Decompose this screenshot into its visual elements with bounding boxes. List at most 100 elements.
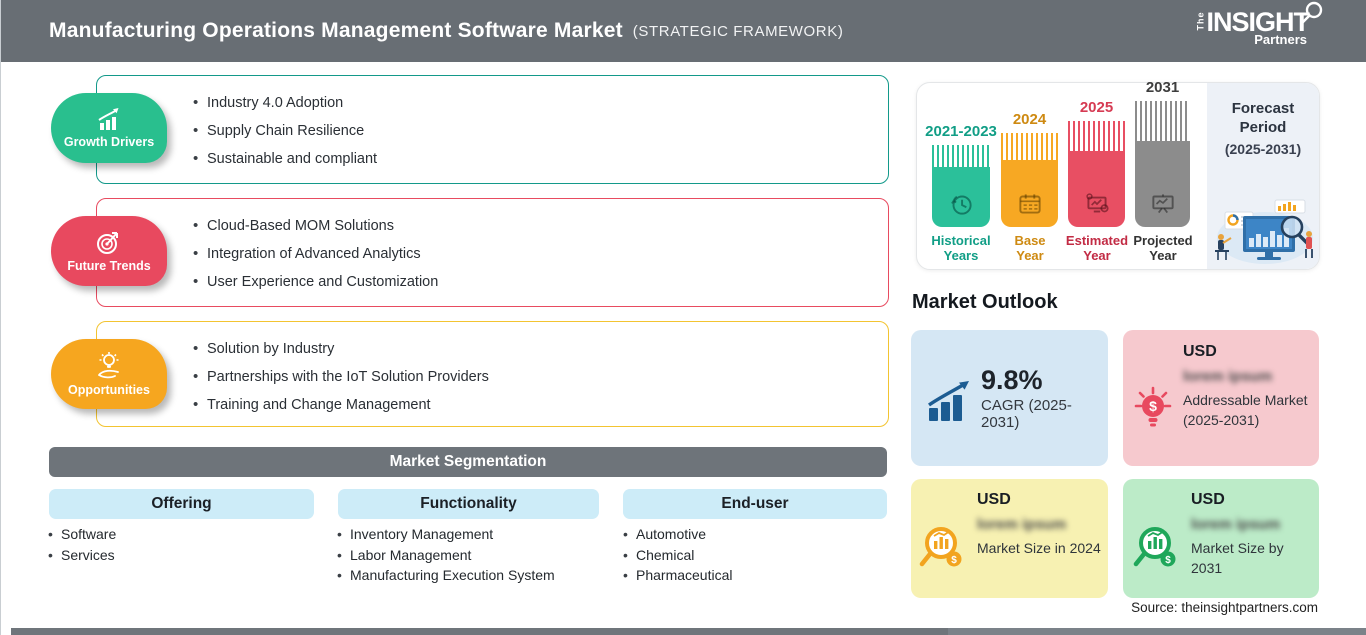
opportunities-box: Solution by Industry Partnerships with t… [96, 321, 889, 427]
offering-list: Software Services [48, 524, 328, 565]
timeline-bar-base: 2024 [1001, 111, 1058, 227]
target-dart-icon [97, 232, 118, 254]
forecast-period-label: Forecast Period [1231, 100, 1295, 136]
timeline-bar-projected: 2031 [1135, 79, 1190, 227]
growth-drivers-box: Industry 4.0 Adoption Supply Chain Resil… [96, 75, 889, 184]
card-caption: Market Size by 2031 [1191, 540, 1284, 576]
card-caption: Market Size in 2024 [977, 540, 1101, 556]
year-label: 2024 [1012, 111, 1047, 128]
card-heading: USD [1191, 491, 1225, 508]
card-heading: USD [1183, 343, 1217, 360]
list-item: Solution by Industry [193, 335, 888, 363]
logo-insight-text: INSIGHT [1206, 7, 1310, 37]
functionality-list: Inventory Management Labor Management Ma… [337, 524, 627, 586]
magnifier-icon [1301, 1, 1323, 24]
list-item: Training and Change Management [193, 391, 888, 419]
end-user-list: Automotive Chemical Pharmaceutical [623, 524, 893, 586]
list-item: Software [48, 524, 328, 545]
bar-stripe [1001, 133, 1058, 160]
list-item: Automotive [623, 524, 893, 545]
timeline-bar-estimated: 2025 [1068, 99, 1125, 227]
growth-drivers-badge: Growth Drivers [51, 93, 167, 163]
bottom-bar-light-segment [948, 628, 1366, 635]
dollar-bulb-icon: $ [1134, 386, 1172, 426]
projection-screen-icon [1151, 194, 1174, 214]
list-item: Services [48, 545, 328, 566]
history-clock-icon [951, 195, 972, 215]
list-item: Chemical [623, 545, 893, 566]
analysis-monitor-icon [1085, 193, 1109, 213]
redacted-value: lorem ipsum [1183, 368, 1273, 385]
bar-body [1135, 141, 1190, 227]
badge-label: Growth Drivers [63, 135, 155, 149]
forecast-period-years: (2025-2031) [1224, 141, 1302, 157]
svg-text:$: $ [1149, 398, 1157, 414]
svg-text:$: $ [951, 555, 957, 566]
svg-text:$: $ [1165, 555, 1171, 566]
insight-partners-logo: The INSIGHT Partners [1191, 1, 1323, 47]
redacted-value: lorem ipsum [977, 516, 1067, 533]
badge-label: Future Trends [67, 259, 151, 273]
logo-the-text: The [1195, 11, 1206, 31]
future-trends-badge: Future Trends [51, 216, 167, 286]
magnifier-chart-icon: $ [1133, 526, 1176, 566]
calendar-icon [1018, 194, 1041, 214]
growth-chart-icon [98, 108, 119, 130]
list-item: Inventory Management [337, 524, 627, 545]
bar-chart-arrow-icon [928, 381, 969, 421]
cagr-caption: CAGR (2025-2031) [981, 397, 1072, 431]
opportunities-badge: Opportunities [51, 339, 167, 409]
list-item: Supply Chain Resilience [193, 117, 888, 145]
magnifier-chart-icon: $ [919, 526, 962, 566]
card-caption: Addressable Market (2025-2031) [1183, 392, 1308, 428]
market-size-2024-card: $ USD lorem ipsum Market Size in 2024 [911, 479, 1108, 598]
page-subtitle: (STRATEGIC FRAMEWORK) [632, 22, 844, 40]
header-bar: Manufacturing Operations Management Soft… [1, 0, 1366, 62]
hand-bulb-icon [98, 352, 119, 379]
bar-body [932, 167, 990, 227]
segment-pill-end-user: End-user [623, 489, 887, 519]
future-trends-list: Cloud-Based MOM Solutions Integration of… [97, 199, 888, 296]
timeline-bar-historical: 2021-2023 [925, 123, 997, 227]
list-item: Integration of Advanced Analytics [193, 240, 888, 268]
timeline-label-estimated: Estimated Year [1065, 233, 1129, 263]
opportunities-list: Solution by Industry Partnerships with t… [97, 322, 888, 419]
forecast-period-panel: Forecast Period (2025-2031) [1207, 83, 1319, 269]
cagr-value: 9.8% [981, 365, 1043, 395]
source-attribution: Source: theinsightpartners.com [1131, 600, 1318, 615]
year-label: 2021-2023 [925, 123, 997, 140]
addressable-market-card: $ USD lorem ipsum Addressable Market (20… [1123, 330, 1319, 466]
list-item: Industry 4.0 Adoption [193, 89, 888, 117]
market-outlook-title: Market Outlook [912, 291, 1058, 313]
page-title: Manufacturing Operations Management Soft… [49, 19, 623, 42]
timeline-label-base: Base Year [1014, 233, 1046, 263]
list-item: Partnerships with the IoT Solution Provi… [193, 363, 888, 391]
badge-label: Opportunities [68, 383, 150, 397]
card-heading: USD [977, 491, 1011, 508]
list-item: Cloud-Based MOM Solutions [193, 212, 888, 240]
bar-stripe [1068, 121, 1125, 151]
bar-stripe [1135, 101, 1190, 141]
analytics-illustration [1215, 199, 1313, 264]
bar-stripe [932, 145, 990, 167]
list-item: Labor Management [337, 545, 627, 566]
list-item: Sustainable and compliant [193, 145, 888, 173]
forecast-timeline-panel: 2021-2023 Historical Years 2024 Base Yea [916, 79, 1320, 270]
redacted-value: lorem ipsum [1191, 516, 1281, 533]
cagr-card: 9.8% CAGR (2025-2031) [911, 330, 1108, 466]
bar-body [1068, 151, 1125, 227]
market-size-2031-card: $ USD lorem ipsum Market Size by 2031 [1123, 479, 1319, 598]
year-label: 2031 [1145, 79, 1180, 96]
timeline-label-historical: Historical Years [931, 233, 991, 263]
list-item: Pharmaceutical [623, 565, 893, 586]
list-item: Manufacturing Execution System [337, 565, 627, 586]
segment-pill-functionality: Functionality [338, 489, 599, 519]
year-label: 2025 [1079, 99, 1114, 116]
future-trends-box: Cloud-Based MOM Solutions Integration of… [96, 198, 889, 307]
segment-pill-offering: Offering [49, 489, 314, 519]
list-item: User Experience and Customization [193, 268, 888, 296]
market-segmentation-header: Market Segmentation [49, 447, 887, 477]
growth-drivers-list: Industry 4.0 Adoption Supply Chain Resil… [97, 76, 888, 173]
bar-body [1001, 160, 1058, 227]
timeline-label-projected: Projected Year [1133, 233, 1193, 263]
